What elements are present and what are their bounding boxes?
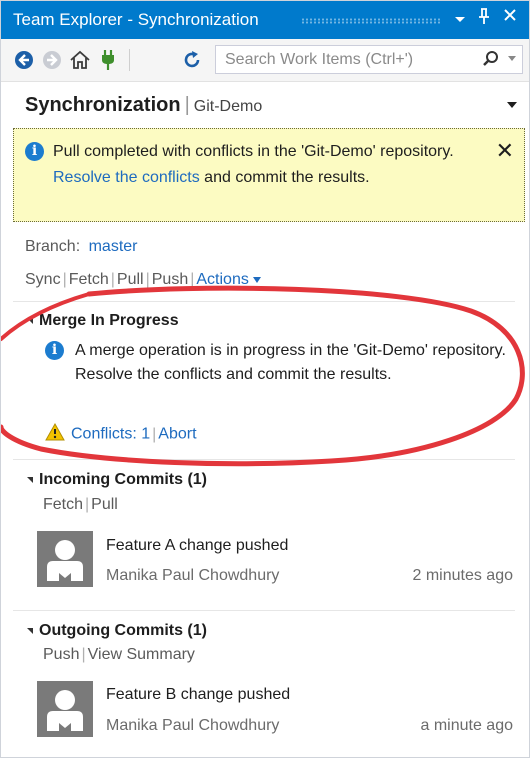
commit-time: 2 minutes ago bbox=[412, 567, 513, 584]
sync-actions: Sync | Fetch | Pull | Push | Actions bbox=[25, 271, 261, 289]
title-bar: Team Explorer - Synchronization bbox=[1, 1, 529, 39]
page-title: Synchronization bbox=[25, 94, 181, 116]
notification-text: Pull completed with conflicts in the 'Gi… bbox=[53, 143, 454, 186]
repo-name: Git-Demo bbox=[193, 98, 263, 115]
view-summary-link[interactable]: View Summary bbox=[88, 646, 195, 663]
outgoing-actions: Push | View Summary bbox=[43, 646, 195, 663]
divider bbox=[13, 459, 515, 460]
dismiss-notification-icon[interactable]: ✕ bbox=[496, 138, 514, 164]
abort-link[interactable]: Abort bbox=[158, 426, 196, 443]
commit-author: Manika Paul Chowdhury bbox=[106, 717, 280, 734]
toolbar: Search Work Items (Ctrl+') bbox=[1, 39, 529, 82]
branch-row: Branch: master bbox=[25, 238, 138, 255]
resolve-conflicts-link[interactable]: Resolve the conflicts bbox=[53, 169, 200, 186]
incoming-section-title[interactable]: Incoming Commits (1) bbox=[27, 471, 207, 489]
info-icon: i bbox=[45, 341, 64, 360]
toolbar-separator bbox=[129, 49, 130, 71]
search-box[interactable]: Search Work Items (Ctrl+') bbox=[215, 45, 523, 74]
divider bbox=[13, 301, 515, 302]
page-menu-chevron-icon[interactable] bbox=[507, 102, 517, 108]
window-title: Team Explorer - Synchronization bbox=[13, 10, 259, 29]
page-header: Synchronization | Git-Demo bbox=[25, 94, 263, 116]
merge-status-text: A merge operation is in progress in the … bbox=[75, 342, 506, 383]
refresh-icon[interactable] bbox=[179, 47, 205, 73]
search-placeholder: Search Work Items (Ctrl+') bbox=[225, 51, 414, 68]
commit-message[interactable]: Feature B change pushed bbox=[106, 686, 290, 704]
outgoing-section-title[interactable]: Outgoing Commits (1) bbox=[27, 622, 207, 640]
connect-icon[interactable] bbox=[95, 47, 121, 73]
collapse-triangle-icon[interactable] bbox=[27, 317, 33, 324]
chevron-down-icon bbox=[252, 276, 261, 283]
home-icon[interactable] bbox=[67, 47, 93, 73]
back-icon[interactable] bbox=[11, 47, 37, 73]
sync-link[interactable]: Sync bbox=[25, 271, 61, 288]
forward-icon[interactable] bbox=[39, 47, 65, 73]
commit-author: Manika Paul Chowdhury bbox=[106, 567, 280, 584]
info-icon: i bbox=[25, 142, 44, 161]
pull-link[interactable]: Pull bbox=[117, 271, 144, 288]
branch-link[interactable]: master bbox=[89, 238, 138, 255]
divider bbox=[13, 610, 515, 611]
fetch-link[interactable]: Fetch bbox=[43, 496, 83, 513]
push-link[interactable]: Push bbox=[43, 646, 79, 663]
push-link[interactable]: Push bbox=[152, 271, 188, 288]
drag-grip[interactable] bbox=[301, 18, 441, 24]
search-icon[interactable] bbox=[482, 50, 500, 73]
close-icon[interactable] bbox=[499, 7, 521, 27]
incoming-actions: Fetch | Pull bbox=[43, 496, 118, 513]
team-explorer-panel: Team Explorer - Synchronization Search W… bbox=[0, 0, 530, 758]
search-options-icon[interactable] bbox=[508, 56, 516, 61]
avatar bbox=[37, 531, 93, 587]
collapse-triangle-icon[interactable] bbox=[27, 627, 33, 634]
conflicts-link[interactable]: Conflicts: 1 bbox=[71, 426, 150, 443]
merge-section-title[interactable]: Merge In Progress bbox=[27, 312, 179, 330]
fetch-link[interactable]: Fetch bbox=[69, 271, 109, 288]
pull-link[interactable]: Pull bbox=[91, 496, 118, 513]
collapse-triangle-icon[interactable] bbox=[27, 476, 33, 483]
pin-icon[interactable] bbox=[473, 7, 495, 30]
merge-actions: Conflicts: 1 | Abort bbox=[45, 422, 197, 446]
avatar bbox=[37, 681, 93, 737]
actions-menu[interactable]: Actions bbox=[196, 271, 261, 288]
dropdown-icon[interactable] bbox=[449, 9, 471, 29]
commit-message[interactable]: Feature A change pushed bbox=[106, 537, 288, 555]
commit-time: a minute ago bbox=[420, 717, 513, 734]
notification-bar: i Pull completed with conflicts in the '… bbox=[13, 128, 525, 222]
warning-icon bbox=[45, 422, 65, 446]
